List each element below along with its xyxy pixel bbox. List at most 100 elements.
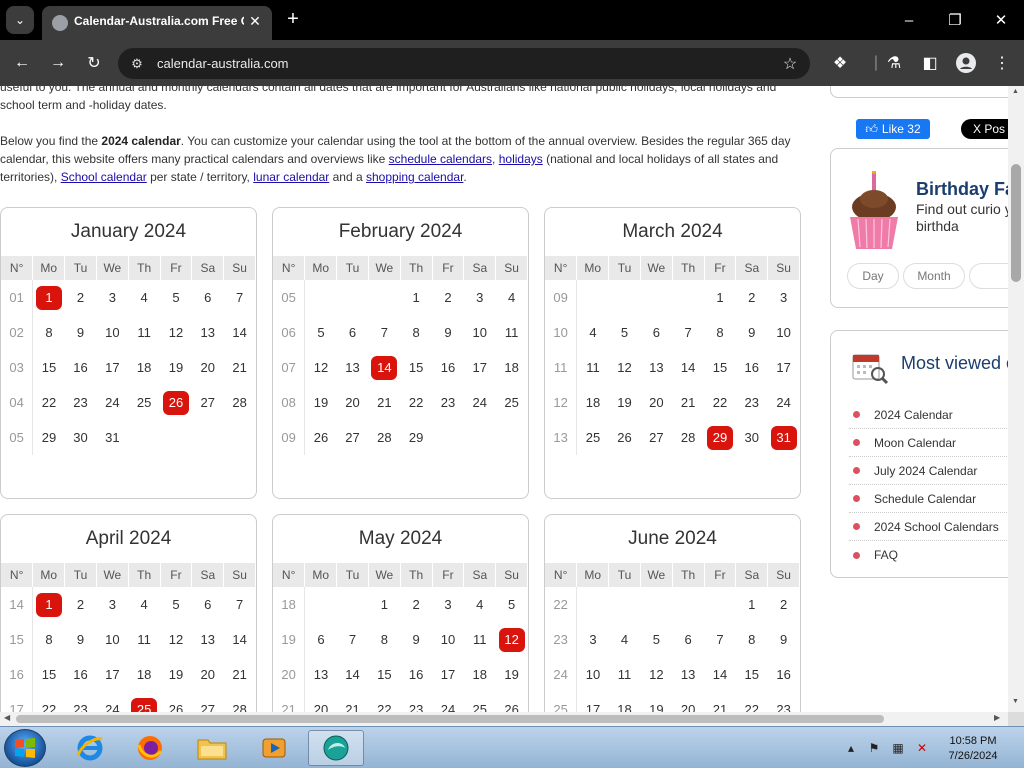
close-tab-icon[interactable]: ✕ <box>246 12 264 30</box>
calendar-day: 7 <box>348 632 357 647</box>
month-select[interactable]: Month <box>903 263 965 289</box>
calendar-day: 9 <box>76 325 85 340</box>
minimize-button[interactable]: – <box>895 6 923 34</box>
month-title[interactable]: February 2024 <box>273 208 528 256</box>
address-bar[interactable]: ⚙ calendar-australia.com ☆ <box>118 48 810 79</box>
calendar-day: 23 <box>408 702 424 714</box>
calendar-day: 11 <box>473 632 487 647</box>
taskbar-media-player[interactable] <box>246 730 302 766</box>
week-row: 22 1 2 <box>545 587 800 622</box>
week-number: 25 <box>545 692 578 714</box>
vertical-scroll-thumb[interactable] <box>1011 164 1021 282</box>
calendar-day: 16 <box>776 667 791 682</box>
forward-button[interactable]: → <box>46 51 70 75</box>
calendar-day: 29 <box>41 430 57 445</box>
start-button[interactable] <box>4 729 46 767</box>
empty-day <box>464 420 496 455</box>
most-viewed-link[interactable]: 2024 Calendar <box>849 401 1008 429</box>
week-row: 03 15 16 17 18 19 20 21 <box>1 350 256 385</box>
month-title[interactable]: January 2024 <box>1 208 256 256</box>
calendar-day: 13 <box>200 325 216 340</box>
scroll-up-arrow-icon[interactable]: ▲ <box>1012 88 1019 95</box>
browser-tab[interactable]: Calendar-Australia.com Free C ✕ <box>42 6 272 40</box>
day-select[interactable]: Day <box>847 263 899 289</box>
link-shopping-calendar[interactable]: shopping calendar <box>366 170 463 184</box>
month-title[interactable]: April 2024 <box>1 515 256 563</box>
network-icon[interactable]: ▦ <box>890 740 906 756</box>
vertical-scrollbar[interactable]: ▲ ▼ <box>1008 86 1024 714</box>
calendar-day-cell: 1 <box>33 587 65 622</box>
holiday-day[interactable]: 12 <box>498 627 525 652</box>
bookmark-star-icon[interactable]: ☆ <box>780 54 800 74</box>
calendar-day: 23 <box>73 395 88 410</box>
holiday-day[interactable]: 29 <box>706 425 733 450</box>
back-button[interactable]: ← <box>10 51 34 75</box>
volume-muted-icon[interactable]: ✕ <box>914 740 930 756</box>
most-viewed-link[interactable]: FAQ <box>849 541 1008 569</box>
month-title[interactable]: March 2024 <box>545 208 800 256</box>
taskbar-firefox[interactable] <box>122 730 178 766</box>
reload-button[interactable]: ↻ <box>82 51 106 75</box>
month-grid: N° Mo Tu We Th Fr Sa Su 05 1 2 3 4 06 5 6 7 8 9 10 11 07 12 13 1… <box>273 256 528 455</box>
horizontal-scroll-thumb[interactable] <box>16 715 884 723</box>
most-viewed-title: Most viewed c <box>901 353 1008 373</box>
weekday-header: We <box>640 256 673 280</box>
calendar-day: 17 <box>776 360 791 375</box>
most-viewed-link[interactable]: 2024 School Calendars <box>849 513 1008 541</box>
restore-button[interactable]: ❐ <box>941 6 969 34</box>
arrow-right-icon: → <box>50 54 66 71</box>
most-viewed-link[interactable]: July 2024 Calendar <box>849 457 1008 485</box>
holiday-day[interactable]: 1 <box>35 592 62 617</box>
profile-avatar-icon[interactable] <box>954 51 978 75</box>
scroll-down-arrow-icon[interactable]: ▼ <box>1012 698 1019 705</box>
holiday-day[interactable]: 14 <box>371 355 398 380</box>
week-number: 19 <box>273 622 306 657</box>
scroll-left-arrow-icon[interactable]: ◀ <box>4 713 10 722</box>
calendar-day: 14 <box>680 360 696 375</box>
week-row: 18 1 2 3 4 5 <box>273 587 528 622</box>
calendar-day: 28 <box>232 702 247 714</box>
link-school-calendar[interactable]: School calendar <box>61 170 147 184</box>
holiday-day[interactable]: 31 <box>770 425 797 450</box>
month-title[interactable]: June 2024 <box>545 515 800 563</box>
action-center-flag-icon[interactable]: ⚑ <box>866 740 882 756</box>
week-number: 02 <box>1 315 34 350</box>
most-viewed-link[interactable]: Moon Calendar <box>849 429 1008 457</box>
week-row: 01 1 2 3 4 5 6 7 <box>1 280 256 315</box>
week-number: 17 <box>1 692 34 714</box>
menu-kebab-icon[interactable]: ⋮ <box>990 51 1014 75</box>
link-schedule-calendars[interactable]: schedule calendars <box>389 152 492 166</box>
horizontal-scrollbar[interactable]: ◀ ▶ <box>0 712 1008 726</box>
system-clock[interactable]: 10:58 PM 7/26/2024 <box>940 734 1006 764</box>
month-title[interactable]: May 2024 <box>273 515 528 563</box>
taskbar-internet-explorer[interactable] <box>62 730 118 766</box>
side-panel-icon[interactable]: ◧ <box>918 51 942 75</box>
calendar-day: 6 <box>348 325 357 340</box>
week-number: 18 <box>273 587 306 622</box>
extensions-icon[interactable]: ❖ <box>828 51 852 75</box>
link-lunar-calendar[interactable]: lunar calendar <box>253 170 329 184</box>
show-hidden-icons-icon[interactable]: ▴ <box>843 740 859 756</box>
scroll-right-arrow-icon[interactable]: ▶ <box>994 713 1000 722</box>
most-viewed-link[interactable]: Schedule Calendar <box>849 485 1008 513</box>
site-info-icon[interactable]: ⚙ <box>128 55 146 73</box>
taskbar-browser[interactable] <box>308 730 364 766</box>
new-tab-button[interactable]: + <box>282 8 304 30</box>
facebook-like-button[interactable]: 👍︎ Like 32 <box>856 119 930 139</box>
taskbar-file-explorer[interactable] <box>184 730 240 766</box>
lab-flask-icon[interactable]: ⚗ <box>882 51 906 75</box>
holiday-day[interactable]: 26 <box>162 390 189 415</box>
weekday-header: N° <box>545 256 578 280</box>
link-holidays[interactable]: holidays <box>499 152 543 166</box>
tab-search-button[interactable]: ⌄ <box>6 6 34 34</box>
calendar-day: 24 <box>776 395 791 410</box>
close-window-button[interactable]: ✕ <box>987 6 1015 34</box>
holiday-day[interactable]: 1 <box>35 285 62 310</box>
x-post-button[interactable]: X Pos <box>961 119 1008 139</box>
weekday-header: Fr <box>432 256 465 280</box>
calendar-day: 6 <box>317 632 325 647</box>
year-select[interactable] <box>969 263 1008 289</box>
calendar-day: 2 <box>76 597 85 612</box>
calendar-day: 15 <box>377 667 392 682</box>
weekday-header: Sa <box>191 256 225 280</box>
